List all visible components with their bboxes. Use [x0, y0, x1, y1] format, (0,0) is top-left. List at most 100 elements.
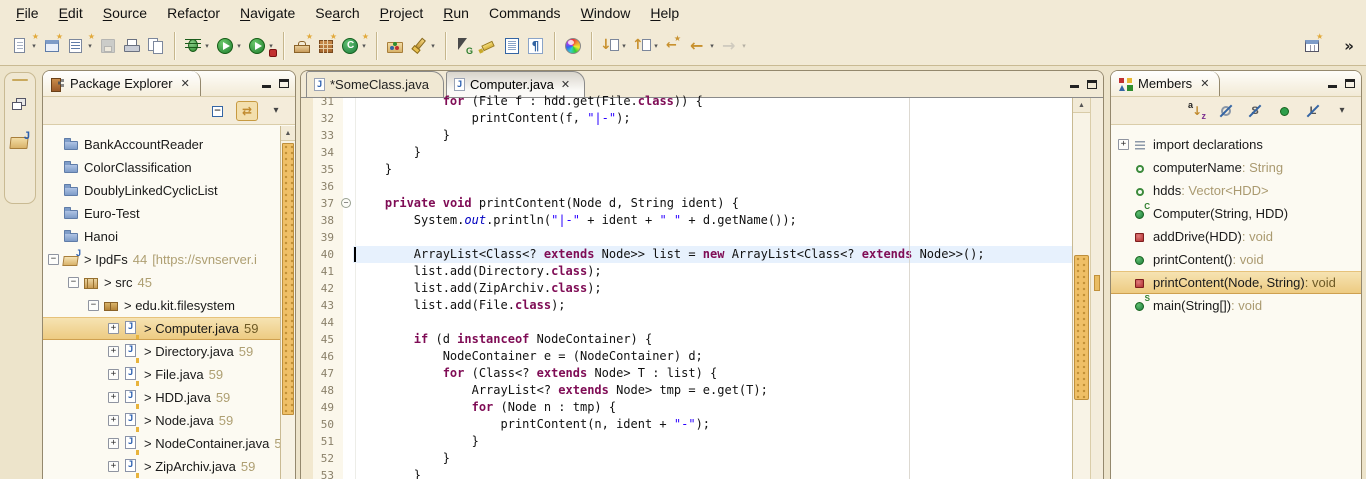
member-item[interactable]: computerName : String: [1111, 156, 1361, 179]
code-line-47[interactable]: 47 for (Class<? extends Node> T : list) …: [301, 365, 1072, 382]
code-line-41[interactable]: 41 list.add(Directory.class);: [301, 263, 1072, 280]
member-item[interactable]: hdds : Vector<HDD>: [1111, 179, 1361, 202]
hide-fields-button[interactable]: [1215, 101, 1237, 121]
scroll-up-icon[interactable]: ▲: [281, 126, 295, 141]
tree-expander-icon[interactable]: +: [108, 323, 119, 334]
debug-dropdown-arrow[interactable]: ▾: [203, 42, 211, 50]
tree-item[interactable]: +> NodeContainer.java59: [43, 432, 280, 455]
maximize-button[interactable]: [279, 79, 289, 88]
code-line-45[interactable]: 45 if (d instanceof NodeContainer) {: [301, 331, 1072, 348]
code-line-43[interactable]: 43 list.add(File.class);: [301, 297, 1072, 314]
new-java-project-button[interactable]: ★: [290, 33, 314, 59]
menu-navigate[interactable]: Navigate: [230, 2, 305, 24]
maximize-button[interactable]: [1345, 79, 1355, 88]
tree-item[interactable]: +> HDD.java59: [43, 386, 280, 409]
tree-expander-icon[interactable]: +: [108, 461, 119, 472]
collapse-all-button[interactable]: [207, 101, 229, 121]
minimize-button[interactable]: [1070, 80, 1079, 88]
debug-button[interactable]: ▾: [181, 33, 213, 59]
tree-item[interactable]: Hanoi: [43, 225, 280, 248]
code-line-46[interactable]: 46 NodeContainer e = (NodeContainer) d;: [301, 348, 1072, 365]
new-view-button[interactable]: ★▾: [64, 33, 96, 59]
code-area[interactable]: 31 for (File f : hdd.get(File.class)) {3…: [301, 98, 1103, 479]
last-edit-location-button[interactable]: [662, 33, 686, 59]
new-java-package-button[interactable]: ★: [314, 33, 338, 59]
search-dropdown-arrow[interactable]: ▾: [429, 42, 437, 50]
code-line-50[interactable]: 50 printContent(n, ident + "-");: [301, 416, 1072, 433]
back-history-button[interactable]: ▾: [686, 33, 718, 59]
code-line-39[interactable]: 39: [301, 229, 1072, 246]
code-line-32[interactable]: 32 printContent(f, "|-");: [301, 110, 1072, 127]
code-line-42[interactable]: 42 list.add(ZipArchiv.class);: [301, 280, 1072, 297]
code-line-44[interactable]: 44: [301, 314, 1072, 331]
code-line-53[interactable]: 53 }: [301, 467, 1072, 479]
menu-file[interactable]: File: [6, 2, 49, 24]
link-with-editor-button[interactable]: ⇄: [236, 101, 258, 121]
member-item[interactable]: CComputer(String, HDD): [1111, 202, 1361, 225]
tree-item[interactable]: −> IpdFs44[https://svnserver.i: [43, 248, 280, 271]
menu-refactor[interactable]: Refactor: [157, 2, 230, 24]
pe-scrollbar[interactable]: ▲: [280, 126, 295, 479]
scrollbar-thumb[interactable]: [282, 143, 294, 415]
next-annotation-dropdown-arrow[interactable]: ▾: [620, 42, 628, 50]
tree-item[interactable]: +> File.java59: [43, 363, 280, 386]
member-item[interactable]: addDrive(HDD) : void: [1111, 225, 1361, 248]
tree-item[interactable]: ColorClassification: [43, 156, 280, 179]
editor-scrollbar[interactable]: ▲: [1072, 98, 1090, 479]
run-external-button[interactable]: ▾: [245, 33, 277, 59]
member-item[interactable]: +import declarations: [1111, 133, 1361, 156]
member-item[interactable]: Smain(String[]) : void: [1111, 294, 1361, 317]
occurrence-marker[interactable]: [1094, 275, 1100, 291]
tree-item[interactable]: +> ZipArchiv.java59: [43, 455, 280, 478]
tree-item[interactable]: −> src45: [43, 271, 280, 294]
new-wizard-button[interactable]: ★▾: [8, 33, 40, 59]
code-line-48[interactable]: 48 ArrayList<? extends Node> tmp = e.get…: [301, 382, 1072, 399]
tree-expander-icon[interactable]: −: [68, 277, 79, 288]
pe-view-tab[interactable]: Package Explorer ✕: [43, 71, 201, 96]
sort-alphabetically-button[interactable]: ↓: [1186, 101, 1208, 121]
new-java-class-dropdown-arrow[interactable]: ▾: [360, 42, 368, 50]
code-line-51[interactable]: 51 }: [301, 433, 1072, 450]
minimize-button[interactable]: [1328, 80, 1337, 88]
color-preferences-button[interactable]: [561, 33, 585, 59]
close-icon[interactable]: ✕: [1200, 77, 1209, 90]
previous-annotation-button[interactable]: ▾: [630, 33, 662, 59]
view-menu-button[interactable]: [1331, 101, 1353, 121]
maximize-button[interactable]: [1087, 80, 1097, 89]
tree-expander-icon[interactable]: +: [108, 438, 119, 449]
code-line-34[interactable]: 34 }: [301, 144, 1072, 161]
run-button[interactable]: ▾: [213, 33, 245, 59]
open-type-button[interactable]: [383, 33, 407, 59]
next-annotation-button[interactable]: ▾: [598, 33, 630, 59]
members-view-tab[interactable]: Members ✕: [1111, 71, 1220, 96]
menu-run[interactable]: Run: [433, 2, 479, 24]
toolbar-overflow-button[interactable]: »: [1342, 33, 1356, 59]
restore-views-icon[interactable]: [9, 95, 31, 117]
tree-item[interactable]: +> Computer.java59: [43, 317, 280, 340]
tree-expander-icon[interactable]: +: [108, 415, 119, 426]
mark-occurrences-button[interactable]: [476, 33, 500, 59]
tree-expander-icon[interactable]: +: [108, 346, 119, 357]
tree-item[interactable]: −> edu.kit.filesystem: [43, 294, 280, 317]
tree-expander-icon[interactable]: −: [88, 300, 99, 311]
scroll-up-icon[interactable]: ▲: [1073, 98, 1090, 113]
scrollbar-thumb[interactable]: [1074, 255, 1089, 400]
new-view-dropdown-arrow[interactable]: ▾: [86, 42, 94, 50]
tree-expander-icon[interactable]: +: [108, 369, 119, 380]
member-item[interactable]: printContent() : void: [1111, 248, 1361, 271]
show-documentation-button[interactable]: [500, 33, 524, 59]
tree-item[interactable]: +> Directory.java59: [43, 340, 280, 363]
print-button[interactable]: [120, 33, 144, 59]
member-item[interactable]: printContent(Node, String) : void: [1111, 271, 1361, 294]
tree-expander-icon[interactable]: −: [48, 254, 59, 265]
new-java-class-button[interactable]: ★▾: [338, 33, 370, 59]
menu-source[interactable]: Source: [93, 2, 157, 24]
hide-local-types-button[interactable]: [1302, 101, 1324, 121]
code-line-31[interactable]: 31 for (File f : hdd.get(File.class)) {: [301, 93, 1072, 110]
minimize-button[interactable]: [262, 80, 271, 88]
code-line-36[interactable]: 36: [301, 178, 1072, 195]
view-menu-button[interactable]: [265, 101, 287, 121]
back-history-dropdown-arrow[interactable]: ▾: [708, 42, 716, 50]
new-window-button[interactable]: ★: [40, 33, 64, 59]
member-expander-icon[interactable]: +: [1118, 139, 1129, 150]
